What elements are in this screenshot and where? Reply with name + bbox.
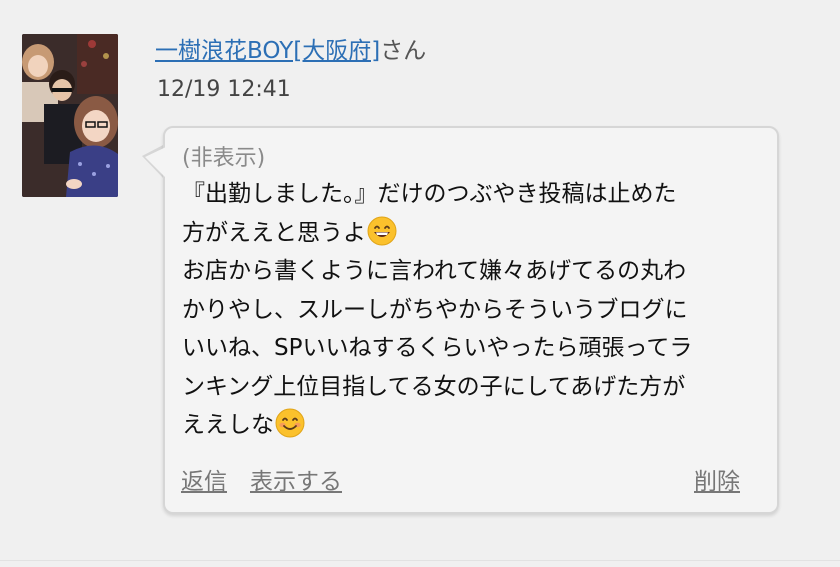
comment-line-text: ええしな [182,412,274,438]
comment-line: 『出勤しました。』だけのつぶやき投稿は止めた [182,181,677,207]
smiling-face-emoji-icon [275,408,305,438]
grinning-face-emoji-icon [367,216,397,245]
avatar-photo [22,34,118,197]
comment-line: お店から書くように言われて嫌々あげてるの丸わ [182,258,687,284]
comment-line: ええしな [182,406,762,445]
comment-line: かりやし、スルーしがちやからそういうブログに [182,296,688,323]
reply-link[interactable]: 返信 [181,465,227,499]
delete-link[interactable]: 削除 [694,465,740,499]
username-link[interactable]: 一樹浪花BOY[大阪府] [155,38,380,64]
user-line: 一樹浪花BOY[大阪府]さん [155,36,426,66]
comment-line: 方がええと思うよ [182,214,762,253]
show-link[interactable]: 表示する [250,465,342,499]
honorific: さん [380,38,427,64]
user-avatar[interactable] [22,34,118,197]
comment-line: ンキング上位目指してる女の子にしてあげた方が [182,373,686,400]
bubble-tail-fill [145,147,166,178]
comment-line-text: 方がええと思うよ [182,219,366,246]
comment-body: 『出勤しました。』だけのつぶやき投稿は止めた 方がええと思うよ お店から書くよう… [182,175,762,445]
post-timestamp: 12/19 12:41 [157,77,291,102]
comment-line: いいね、SPいいねするくらいやったら頑張ってラ [182,335,693,361]
hidden-status-label: (非表示) [182,146,266,171]
